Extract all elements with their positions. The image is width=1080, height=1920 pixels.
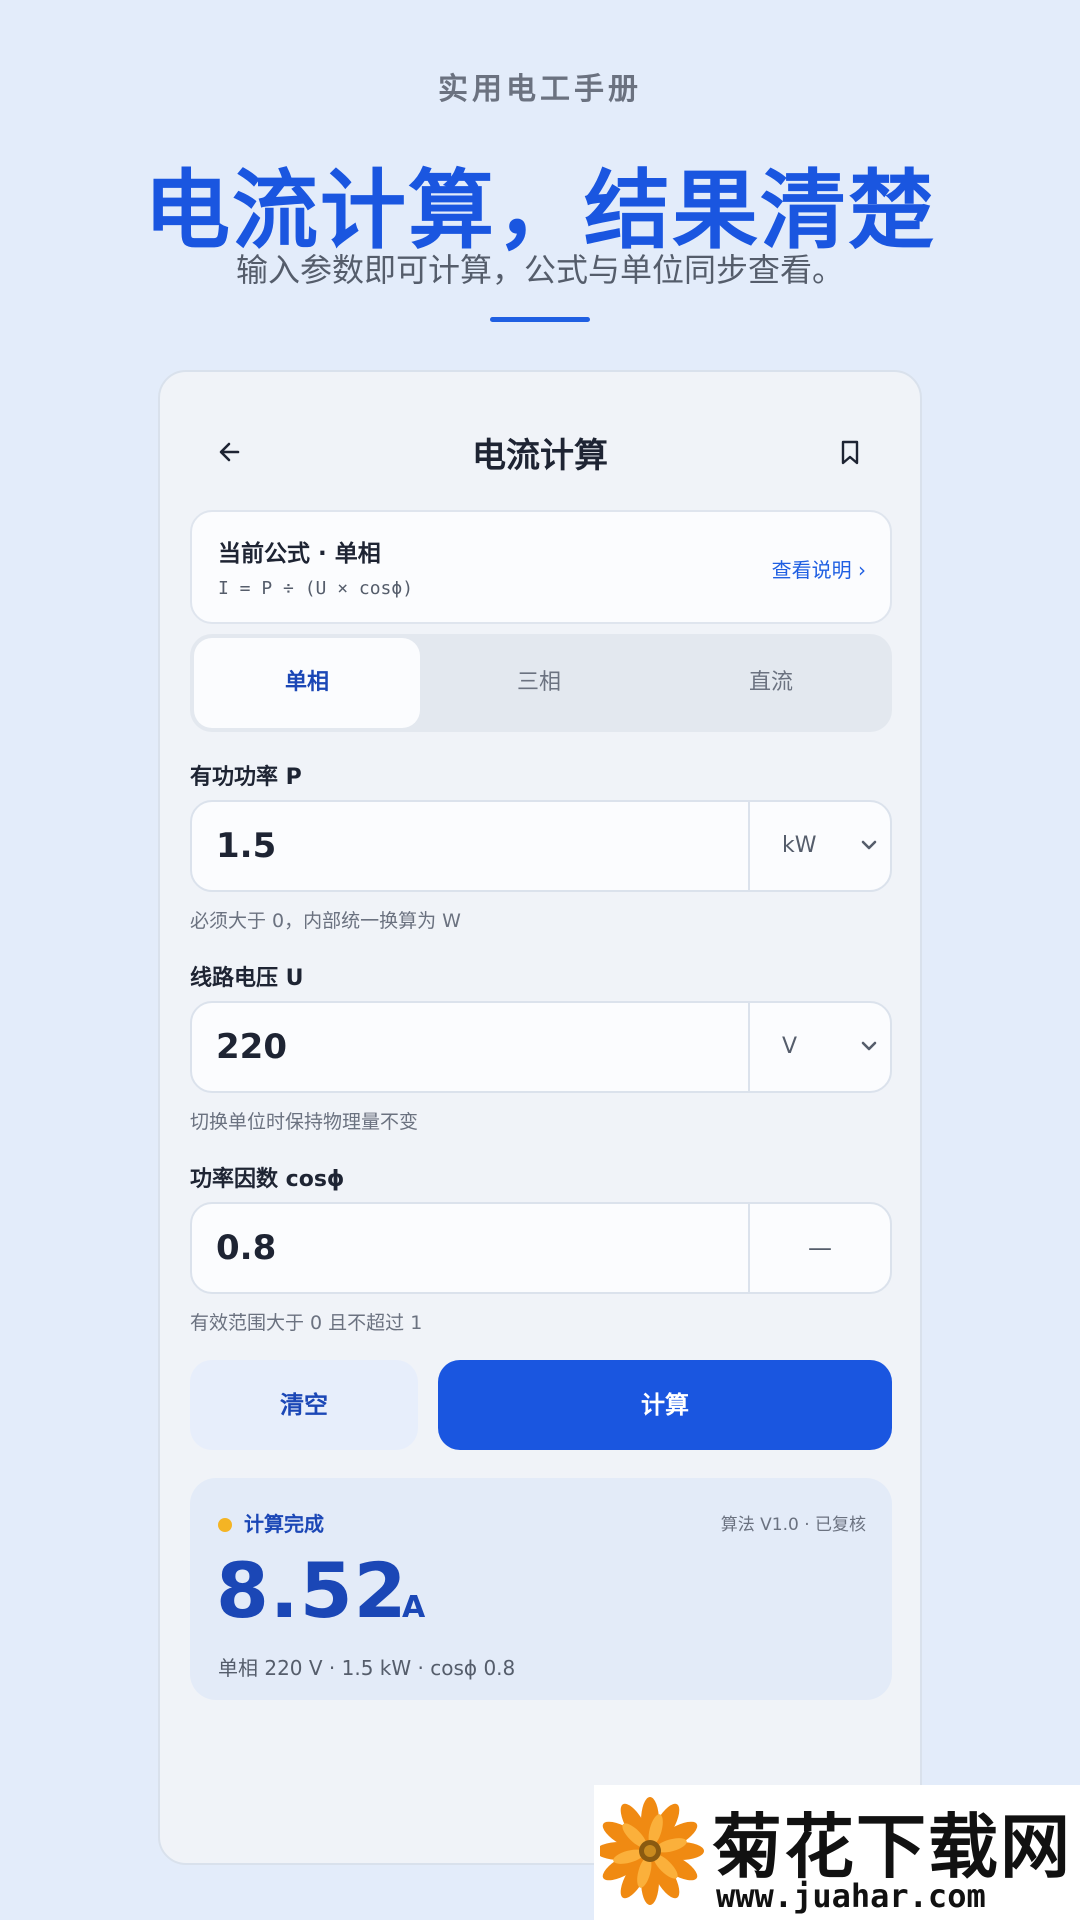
chevron-down-icon <box>861 840 877 850</box>
chevron-down-icon <box>861 1041 877 1051</box>
algorithm-version: 算法 V1.0 · 已复核 <box>720 1515 866 1535</box>
view-explanation-link[interactable]: 查看说明 › <box>772 554 866 583</box>
tab-single-phase[interactable]: 单相 <box>194 638 420 728</box>
result-card: 计算完成 算法 V1.0 · 已复核 8.52 A 单相 220 V · 1.5… <box>190 1478 892 1700</box>
power-input-value[interactable]: 1.5 <box>216 802 276 890</box>
hero-subtitle: 输入参数即可计算，公式与单位同步查看。 <box>235 251 844 289</box>
result-detail: 单相 220 V · 1.5 kW · cosϕ 0.8 <box>218 1656 516 1680</box>
phone-screen: 电流计算 当前公式 · 单相 I = P ÷ (U × cosϕ) 查看说明 ›… <box>158 370 922 1865</box>
watermark-url: www.juahar.com <box>716 1877 986 1915</box>
power-factor-input-value[interactable]: 0.8 <box>216 1204 276 1292</box>
power-factor-field[interactable]: 0.8 — <box>190 1202 892 1294</box>
power-label: 有功功率 P <box>190 765 302 790</box>
tab-three-phase[interactable]: 三相 <box>426 638 652 728</box>
power-factor-unit-label: — <box>808 1234 832 1262</box>
voltage-unit-label: V <box>782 1034 798 1059</box>
power-field[interactable]: 1.5 kW <box>190 800 892 892</box>
power-unit-select[interactable]: kW <box>748 802 890 890</box>
result-unit: A <box>402 1590 426 1625</box>
result-value: 8.52 <box>216 1546 408 1635</box>
power-unit-label: kW <box>782 833 817 858</box>
tab-dc[interactable]: 直流 <box>658 638 884 728</box>
voltage-input-value[interactable]: 220 <box>216 1003 287 1091</box>
clear-button[interactable]: 清空 <box>190 1360 418 1450</box>
calculate-button[interactable]: 计算 <box>438 1360 892 1450</box>
hero-divider <box>490 317 590 322</box>
voltage-label: 线路电压 U <box>190 966 304 991</box>
formula-expression: I = P ÷ (U × cosϕ) <box>218 578 414 599</box>
watermark: 菊花下载网 www.juahar.com <box>594 1785 1080 1920</box>
phase-segmented-control: 单相 三相 直流 <box>190 634 892 732</box>
voltage-hint: 切换单位时保持物理量不变 <box>190 1111 419 1133</box>
top-bar: 电流计算 <box>160 412 920 492</box>
voltage-field[interactable]: 220 V <box>190 1001 892 1093</box>
formula-card: 当前公式 · 单相 I = P ÷ (U × cosϕ) 查看说明 › <box>190 510 892 624</box>
voltage-unit-select[interactable]: V <box>748 1003 890 1091</box>
status-dot-icon <box>218 1518 232 1532</box>
screen-title: 电流计算 <box>472 436 608 476</box>
power-factor-label: 功率因数 cosϕ <box>190 1167 345 1192</box>
flower-logo-icon <box>600 1797 704 1905</box>
bookmark-icon[interactable] <box>828 430 872 474</box>
hero-kicker: 实用电工手册 <box>438 72 642 107</box>
power-factor-hint: 有效范围大于 0 且不超过 1 <box>190 1312 423 1334</box>
result-status: 计算完成 <box>244 1512 324 1536</box>
formula-label: 当前公式 · 单相 <box>218 541 381 567</box>
power-factor-unit: — <box>748 1204 890 1292</box>
power-hint: 必须大于 0，内部统一换算为 W <box>190 910 461 932</box>
